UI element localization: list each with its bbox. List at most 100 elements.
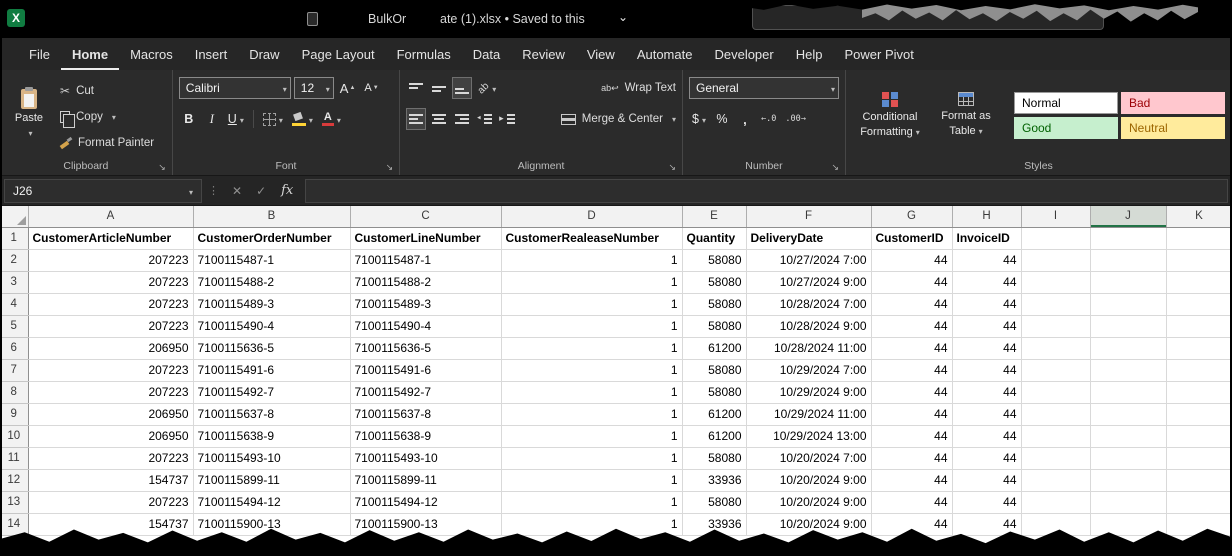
cell-E7[interactable]: 58080 [682, 359, 746, 381]
font-color-button[interactable] [319, 108, 344, 130]
cell-G11[interactable]: 44 [871, 447, 952, 469]
cell-B2[interactable]: 7100115487-1 [193, 249, 350, 271]
cell-F9[interactable]: 10/29/2024 11:00 [746, 403, 871, 425]
cell-E1[interactable]: Quantity [682, 227, 746, 249]
align-right-button[interactable] [452, 108, 472, 130]
row-header-6[interactable]: 6 [0, 337, 28, 359]
cell-B10[interactable]: 7100115638-9 [193, 425, 350, 447]
cell-K5[interactable] [1166, 315, 1232, 337]
cell-E9[interactable]: 61200 [682, 403, 746, 425]
cell-D10[interactable]: 1 [501, 425, 682, 447]
cell-B6[interactable]: 7100115636-5 [193, 337, 350, 359]
fill-color-button[interactable] [289, 108, 316, 130]
cell-H8[interactable]: 44 [952, 381, 1021, 403]
cell-B7[interactable]: 7100115491-6 [193, 359, 350, 381]
wrap-text-button[interactable]: ab↩ Wrap Text [601, 78, 676, 99]
cell-I5[interactable] [1021, 315, 1090, 337]
cell-F7[interactable]: 10/29/2024 7:00 [746, 359, 871, 381]
menu-tab-file[interactable]: File [18, 38, 61, 70]
cell-D2[interactable]: 1 [501, 249, 682, 271]
cell-I12[interactable] [1021, 469, 1090, 491]
cell-H7[interactable]: 44 [952, 359, 1021, 381]
cell-C5[interactable]: 7100115490-4 [350, 315, 501, 337]
menu-tab-page-layout[interactable]: Page Layout [291, 38, 386, 70]
align-left-button[interactable] [406, 108, 426, 130]
cell-I11[interactable] [1021, 447, 1090, 469]
cell-E12[interactable]: 33936 [682, 469, 746, 491]
cell-A1[interactable]: CustomerArticleNumber [28, 227, 193, 249]
cell-J6[interactable] [1090, 337, 1166, 359]
menu-tab-review[interactable]: Review [511, 38, 576, 70]
row-header-2[interactable]: 2 [0, 249, 28, 271]
cell-J7[interactable] [1090, 359, 1166, 381]
cell-D8[interactable]: 1 [501, 381, 682, 403]
row-header-8[interactable]: 8 [0, 381, 28, 403]
column-header-B[interactable]: B [193, 206, 350, 227]
cell-K11[interactable] [1166, 447, 1232, 469]
format-as-table-button[interactable]: Format as Table [928, 76, 1004, 154]
cell-J14[interactable] [1090, 513, 1166, 535]
cell-G3[interactable]: 44 [871, 271, 952, 293]
cell-G6[interactable]: 44 [871, 337, 952, 359]
cell-J10[interactable] [1090, 425, 1166, 447]
cell-D7[interactable]: 1 [501, 359, 682, 381]
cell-H4[interactable]: 44 [952, 293, 1021, 315]
cell-J4[interactable] [1090, 293, 1166, 315]
cell-J9[interactable] [1090, 403, 1166, 425]
cell-D1[interactable]: CustomerRealeaseNumber [501, 227, 682, 249]
cell-J12[interactable] [1090, 469, 1166, 491]
cell-I4[interactable] [1021, 293, 1090, 315]
borders-button[interactable] [260, 108, 286, 130]
cell-K7[interactable] [1166, 359, 1232, 381]
menu-tab-automate[interactable]: Automate [626, 38, 704, 70]
menu-tab-data[interactable]: Data [462, 38, 511, 70]
cell-J8[interactable] [1090, 381, 1166, 403]
italic-button[interactable]: I [202, 108, 222, 130]
menu-tab-power-pivot[interactable]: Power Pivot [833, 38, 924, 70]
row-header-7[interactable]: 7 [0, 359, 28, 381]
cell-H3[interactable]: 44 [952, 271, 1021, 293]
comma-style-button[interactable]: , [735, 108, 755, 130]
menu-tab-formulas[interactable]: Formulas [386, 38, 462, 70]
cell-I2[interactable] [1021, 249, 1090, 271]
increase-decimal-button[interactable]: ←.0 [758, 108, 779, 130]
number-dialog-launcher[interactable] [831, 162, 839, 172]
cell-A11[interactable]: 207223 [28, 447, 193, 469]
cell-K2[interactable] [1166, 249, 1232, 271]
cell-I13[interactable] [1021, 491, 1090, 513]
cell-B11[interactable]: 7100115493-10 [193, 447, 350, 469]
cell-G10[interactable]: 44 [871, 425, 952, 447]
cancel-icon[interactable]: ✕ [225, 184, 249, 198]
menu-tab-home[interactable]: Home [61, 38, 119, 70]
cell-D5[interactable]: 1 [501, 315, 682, 337]
cut-button[interactable]: ✂ Cut [60, 81, 154, 102]
column-header-E[interactable]: E [682, 206, 746, 227]
cell-C3[interactable]: 7100115488-2 [350, 271, 501, 293]
accounting-format-button[interactable]: $ [689, 108, 709, 130]
column-header-G[interactable]: G [871, 206, 952, 227]
cell-J11[interactable] [1090, 447, 1166, 469]
underline-button[interactable]: U [225, 108, 247, 130]
cell-H5[interactable]: 44 [952, 315, 1021, 337]
cell-B9[interactable]: 7100115637-8 [193, 403, 350, 425]
cell-F10[interactable]: 10/29/2024 13:00 [746, 425, 871, 447]
cell-A12[interactable]: 154737 [28, 469, 193, 491]
cell-F14[interactable]: 10/20/2024 9:00 [746, 513, 871, 535]
cell-A14[interactable]: 154737 [28, 513, 193, 535]
decrease-indent-button[interactable] [475, 108, 495, 130]
top-align-button[interactable] [406, 77, 426, 99]
clipboard-dialog-launcher[interactable] [158, 162, 166, 172]
menu-tab-insert[interactable]: Insert [184, 38, 239, 70]
row-header-13[interactable]: 13 [0, 491, 28, 513]
cell-H1[interactable]: InvoiceID [952, 227, 1021, 249]
column-header-A[interactable]: A [28, 206, 193, 227]
cell-A2[interactable]: 207223 [28, 249, 193, 271]
paste-button[interactable]: Paste [6, 75, 52, 153]
cell-C9[interactable]: 7100115637-8 [350, 403, 501, 425]
cell-J2[interactable] [1090, 249, 1166, 271]
cell-E10[interactable]: 61200 [682, 425, 746, 447]
cell-E11[interactable]: 58080 [682, 447, 746, 469]
center-button[interactable] [429, 108, 449, 130]
cell-C2[interactable]: 7100115487-1 [350, 249, 501, 271]
cell-K10[interactable] [1166, 425, 1232, 447]
